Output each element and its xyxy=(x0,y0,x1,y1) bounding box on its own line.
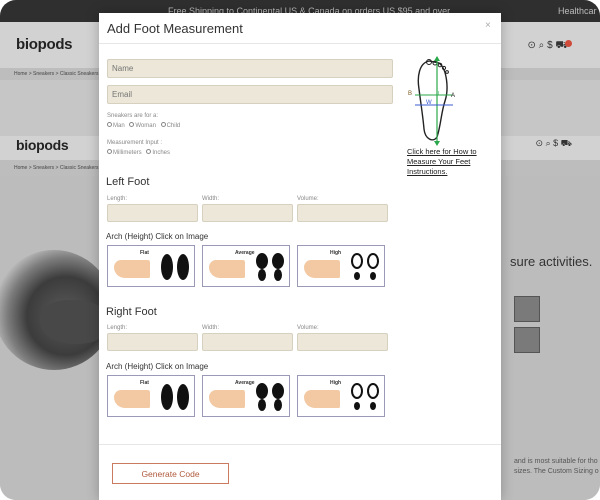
screen: Free Shipping to Continental US & Canada… xyxy=(0,0,600,500)
modal-title: Add Foot Measurement xyxy=(107,21,243,36)
footprint-icon xyxy=(256,253,284,281)
arch-label: High xyxy=(330,380,342,386)
search-icon[interactable]: ⌕ xyxy=(539,40,545,51)
right-length-label: Length: xyxy=(107,325,128,331)
radio-child[interactable]: Child xyxy=(160,122,181,129)
left-foot-title: Left Foot xyxy=(106,176,150,188)
left-arch-flat[interactable]: Flat xyxy=(107,245,195,287)
right-length-input[interactable] xyxy=(107,333,198,351)
foot-side-icon xyxy=(114,260,150,278)
radio-label: Man xyxy=(113,123,125,129)
measurement-instructions-link[interactable]: Click here for How to Measure Your Feet … xyxy=(407,147,499,177)
radio-inches[interactable]: Inches xyxy=(146,149,171,156)
left-volume-label: Volume: xyxy=(297,196,319,202)
left-width-label: Width: xyxy=(202,196,220,202)
search-icon[interactable]: ⌕ xyxy=(546,138,551,148)
diagram-label-a: A xyxy=(451,93,455,99)
left-arch-average[interactable]: Average xyxy=(202,245,290,287)
site-logo[interactable]: biopods xyxy=(16,36,73,53)
right-width-input[interactable] xyxy=(202,333,293,351)
left-arch-label: Arch (Height) Click on Image xyxy=(106,232,209,241)
measurement-input-label: Measurement Input : xyxy=(107,140,163,146)
promo-link[interactable]: Healthcar xyxy=(558,0,597,22)
right-arch-label: Arch (Height) Click on Image xyxy=(106,362,209,371)
cart-icon[interactable]: ⛟ xyxy=(561,138,572,148)
divider xyxy=(99,43,501,44)
close-icon[interactable]: × xyxy=(485,20,491,31)
right-arch-flat[interactable]: Flat xyxy=(107,375,195,417)
foot-side-icon xyxy=(209,260,245,278)
diagram-label-b: B xyxy=(408,91,412,97)
right-width-label: Width: xyxy=(202,325,220,331)
foot-side-icon xyxy=(114,390,150,408)
footprint-icon xyxy=(161,384,189,410)
arch-label: High xyxy=(330,250,342,256)
divider xyxy=(99,444,501,445)
product-description: and is most suitable for tho xyxy=(514,458,598,465)
radio-icon xyxy=(107,149,112,154)
right-arch-average[interactable]: Average xyxy=(202,375,290,417)
diagram-label-l: L xyxy=(438,91,441,97)
color-swatch[interactable] xyxy=(514,296,540,322)
sneakers-for-options: Man Woman Child xyxy=(107,122,183,129)
generate-code-button[interactable]: Generate Code xyxy=(112,463,229,484)
name-input[interactable] xyxy=(107,59,393,78)
arch-label: Flat xyxy=(140,380,149,386)
product-headline: sure activities. xyxy=(510,254,593,269)
color-swatch[interactable] xyxy=(514,327,540,353)
account-icon[interactable]: ⊙ xyxy=(528,40,536,51)
foot-side-icon xyxy=(304,260,340,278)
email-input[interactable] xyxy=(107,85,393,104)
radio-man[interactable]: Man xyxy=(107,122,125,129)
left-length-input[interactable] xyxy=(107,204,198,222)
arch-label: Average xyxy=(235,380,255,386)
account-icon[interactable]: ⊙ xyxy=(536,138,544,148)
radio-woman[interactable]: Woman xyxy=(129,122,156,129)
radio-label: Woman xyxy=(135,123,156,129)
site-logo-sticky[interactable]: biopods xyxy=(16,137,69,153)
right-arch-high[interactable]: High xyxy=(297,375,385,417)
foot-side-icon xyxy=(304,390,340,408)
measurement-options: Millimeters Inches xyxy=(107,149,173,156)
foot-measurement-modal: Add Foot Measurement × Sneakers are for … xyxy=(99,13,501,500)
radio-label: Millimeters xyxy=(113,150,142,156)
left-volume-input[interactable] xyxy=(297,204,388,222)
header-icons: ⊙ ⌕ $ ⛟ xyxy=(528,40,572,53)
right-foot-title: Right Foot xyxy=(106,306,157,318)
radio-millimeters[interactable]: Millimeters xyxy=(107,149,142,156)
sneakers-for-label: Sneakers are for a: xyxy=(107,113,159,119)
radio-icon xyxy=(107,122,112,127)
product-description: sizes. The Custom Sizing o xyxy=(514,468,599,475)
footprint-icon xyxy=(161,254,189,280)
arch-label: Average xyxy=(235,250,255,256)
right-volume-input[interactable] xyxy=(297,333,388,351)
currency-icon[interactable]: $ xyxy=(547,40,553,51)
radio-label: Inches xyxy=(152,150,171,156)
footprint-icon xyxy=(351,253,379,280)
diagram-label-w: W xyxy=(426,100,432,106)
radio-icon xyxy=(146,149,152,154)
left-arch-high[interactable]: High xyxy=(297,245,385,287)
arch-label: Flat xyxy=(140,250,149,256)
radio-icon xyxy=(129,122,135,127)
right-volume-label: Volume: xyxy=(297,325,319,331)
radio-label: Child xyxy=(166,123,181,129)
foot-diagram[interactable]: B W L A xyxy=(407,55,457,147)
footprint-icon xyxy=(351,383,379,410)
radio-icon xyxy=(160,122,166,127)
cart-count-badge xyxy=(565,40,572,47)
currency-icon[interactable]: $ xyxy=(553,138,558,148)
header-icons-sticky: ⊙ ⌕ $ ⛟ xyxy=(536,138,572,150)
left-width-input[interactable] xyxy=(202,204,293,222)
footprint-icon xyxy=(256,383,284,411)
left-length-label: Length: xyxy=(107,196,128,202)
foot-side-icon xyxy=(209,390,245,408)
